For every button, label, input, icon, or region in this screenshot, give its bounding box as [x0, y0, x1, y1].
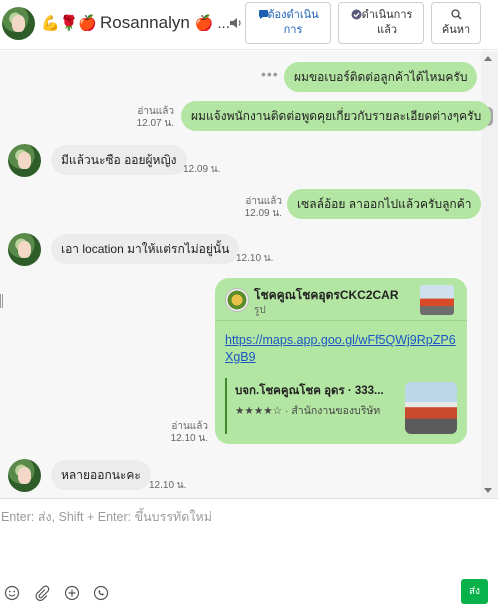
chat-header: 💪🌹🍎 Rosannalyn 🍎 ... ต้องดำเนินการ ดำเนิน…: [0, 0, 498, 50]
check-bubble-icon: [351, 9, 362, 20]
chat-icon[interactable]: [93, 585, 109, 601]
message-composer: ส่ง: [0, 498, 498, 613]
message-bubble-out[interactable]: เซลล์อ้อย ลาออกไปแล้วครับลูกค้า: [287, 189, 482, 219]
message-meta: อ่านแล้ว 12.09 น.: [230, 196, 282, 220]
sender-avatar[interactable]: [8, 144, 41, 177]
resize-handle[interactable]: [0, 294, 3, 308]
card-subtitle: รูป: [254, 305, 266, 316]
message-meta: อ่านแล้ว 12.07 น.: [120, 106, 174, 130]
message-bubble-out[interactable]: ผมแจ้งพนักงานติดต่อพูดคุยเกี่ยวกับรายละเ…: [181, 101, 492, 131]
contact-name[interactable]: 💪🌹🍎 Rosannalyn 🍎 ...: [41, 13, 233, 33]
card-title: โชคคูณโชคอุดรCKC2CAR: [254, 288, 399, 302]
message-meta: อ่านแล้ว 12.10 น.: [156, 421, 208, 445]
chat-bubble-icon: [259, 10, 268, 19]
map-link[interactable]: https://maps.app.goo.gl/wFf5QWj9RpZP6XgB…: [225, 332, 460, 366]
name-prefix-emoji: 💪🌹🍎: [41, 15, 98, 32]
attachment-icon[interactable]: [34, 585, 50, 601]
message-time: 12.09 น.: [183, 164, 221, 175]
message-time: 12.10 น.: [149, 480, 187, 491]
read-receipt: อ่านแล้ว: [245, 196, 282, 207]
preview-description: ★★★★☆ · สำนักงานของบริษัท: [235, 405, 381, 417]
card-thumbnail[interactable]: [420, 285, 454, 315]
preview-image: [405, 382, 457, 434]
company-logo: [225, 288, 249, 312]
name-suffix-emoji: 🍎 ...: [194, 15, 230, 32]
message-bubble-in[interactable]: หลายออกนะคะ: [51, 460, 151, 490]
todo-button[interactable]: ต้องดำเนินการ: [245, 2, 331, 44]
read-receipt: อ่านแล้ว: [137, 106, 174, 117]
scroll-down-arrow[interactable]: [484, 488, 492, 493]
sender-avatar[interactable]: [8, 233, 41, 266]
contact-avatar[interactable]: [2, 7, 35, 40]
speaker-icon[interactable]: [229, 16, 243, 30]
link-preview[interactable]: บจก.โชคคูณโชค อุดร · 333... ★★★★☆ · สำนั…: [225, 378, 457, 434]
contact-name-text: Rosannalyn: [100, 13, 190, 32]
add-icon[interactable]: [64, 585, 80, 601]
message-bubble-out[interactable]: ผมขอเบอร์ติดต่อลูกค้าได้ไหมครับ: [284, 62, 478, 92]
message-time: 12.07 น.: [136, 118, 174, 129]
location-card[interactable]: โชคคูณโชคอุดรCKC2CAR รูป https://maps.ap…: [215, 278, 467, 444]
search-icon: [451, 9, 462, 20]
message-bubble-in[interactable]: มีแล้วนะซือ ออยผู้หญิง: [51, 145, 187, 175]
message-time: 12.10 น.: [236, 253, 274, 264]
divider: [215, 320, 467, 321]
more-options-icon[interactable]: •••: [261, 66, 279, 82]
message-time: 12.09 น.: [244, 208, 282, 219]
scroll-up-arrow[interactable]: [484, 56, 492, 61]
send-button[interactable]: ส่ง: [461, 579, 488, 604]
done-button[interactable]: ดำเนินการแล้ว: [338, 2, 424, 44]
sender-avatar[interactable]: [8, 459, 41, 492]
message-time: 12.10 น.: [170, 433, 208, 444]
message-input[interactable]: [1, 507, 491, 575]
preview-title: บจก.โชคคูณโชค อุดร · 333...: [235, 385, 384, 397]
read-receipt: อ่านแล้ว: [171, 421, 208, 432]
message-bubble-in[interactable]: เอา location มาให้แต่รกไม่อยู่นั้น: [51, 234, 240, 264]
search-button[interactable]: ค้นหา: [431, 2, 481, 44]
emoji-icon[interactable]: [4, 585, 20, 601]
